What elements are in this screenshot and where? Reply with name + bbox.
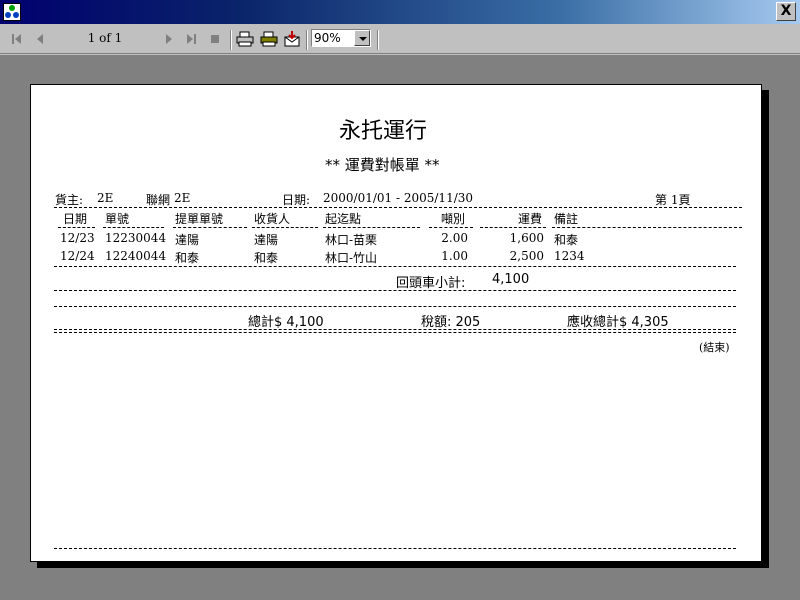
consignor-label: 貨主: bbox=[55, 193, 84, 207]
cell-route: 林口-竹山 bbox=[325, 251, 378, 265]
date-range: 2000/01/01 - 2005/11/30 bbox=[323, 191, 474, 205]
cell-receiver: 達陽 bbox=[254, 233, 279, 247]
divider bbox=[54, 306, 736, 307]
column-underline bbox=[173, 227, 247, 228]
zoom-select[interactable]: 90% bbox=[311, 29, 371, 47]
date-label: 日期: bbox=[282, 193, 311, 207]
cell-number: 12230044 bbox=[105, 231, 167, 245]
printer-setup-icon[interactable] bbox=[260, 30, 278, 48]
column-header-date: 日期 bbox=[63, 212, 88, 226]
consignor-value: 2E bbox=[97, 191, 114, 205]
divider bbox=[54, 290, 736, 291]
end-note: (結束) bbox=[699, 341, 730, 354]
divider bbox=[54, 329, 736, 330]
export-icon[interactable] bbox=[283, 30, 301, 48]
column-underline bbox=[480, 227, 546, 228]
cell-route: 林口-苗栗 bbox=[325, 233, 378, 247]
title-bar bbox=[0, 0, 800, 24]
previous-page-icon[interactable] bbox=[34, 32, 48, 46]
cell-tonnage: 2.00 bbox=[441, 231, 468, 245]
next-page-icon[interactable] bbox=[162, 32, 176, 46]
column-header-fee: 運費 bbox=[518, 212, 543, 226]
column-underline bbox=[429, 227, 473, 228]
column-header-route: 起迄點 bbox=[325, 212, 362, 226]
column-header-bill-number: 提單單號 bbox=[175, 212, 224, 226]
column-underline bbox=[58, 227, 95, 228]
cell-remark: 1234 bbox=[554, 249, 585, 263]
column-underline bbox=[323, 227, 420, 228]
last-page-icon[interactable] bbox=[185, 32, 199, 46]
page-footer-divider bbox=[54, 548, 736, 549]
grand-total: 總計$ 4,100 bbox=[248, 315, 324, 330]
company-name: 永托運行 bbox=[339, 119, 428, 144]
toolbar-separator bbox=[230, 30, 232, 50]
app-icon[interactable] bbox=[3, 3, 21, 21]
report-title: ** 運費對帳單 ** bbox=[325, 156, 440, 174]
cell-date: 12/23 bbox=[60, 231, 95, 245]
column-underline bbox=[252, 227, 318, 228]
cell-bill-number: 達陽 bbox=[175, 233, 200, 247]
column-header-receiver: 收貨人 bbox=[254, 212, 291, 226]
column-header-tonnage: 噸別 bbox=[441, 212, 466, 226]
network-label: 聯網 bbox=[146, 193, 171, 207]
divider bbox=[54, 207, 742, 208]
cell-date: 12/24 bbox=[60, 249, 95, 263]
cell-fee: 1,600 bbox=[509, 231, 544, 245]
chevron-down-icon[interactable] bbox=[354, 30, 370, 46]
cell-tonnage: 1.00 bbox=[441, 249, 468, 263]
cell-bill-number: 和泰 bbox=[175, 251, 200, 265]
page-number: 第 1頁 bbox=[655, 193, 691, 207]
cell-number: 12240044 bbox=[105, 249, 167, 263]
page-counter: 1 of 1 bbox=[87, 31, 123, 45]
first-page-icon[interactable] bbox=[10, 32, 24, 46]
column-underline bbox=[103, 227, 164, 228]
column-header-remark: 備註 bbox=[554, 212, 579, 226]
close-button[interactable]: X bbox=[776, 2, 796, 21]
divider bbox=[54, 266, 736, 267]
subtotal-value: 4,100 bbox=[492, 272, 530, 287]
cell-remark: 和泰 bbox=[554, 233, 579, 247]
toolbar-separator bbox=[377, 30, 379, 50]
zoom-value: 90% bbox=[314, 31, 341, 45]
toolbar-separator bbox=[306, 30, 308, 50]
column-underline bbox=[552, 227, 742, 228]
network-value: 2E bbox=[174, 191, 191, 205]
column-header-number: 單號 bbox=[105, 212, 130, 226]
tax-amount: 稅額: 205 bbox=[421, 315, 481, 330]
divider bbox=[54, 332, 736, 333]
print-icon[interactable] bbox=[236, 30, 254, 48]
receivable-total: 應收總計$ 4,305 bbox=[567, 315, 669, 330]
stop-icon[interactable] bbox=[208, 32, 222, 46]
cell-receiver: 和泰 bbox=[254, 251, 279, 265]
subtotal-label: 回頭車小計: bbox=[396, 276, 466, 291]
cell-fee: 2,500 bbox=[509, 249, 544, 263]
